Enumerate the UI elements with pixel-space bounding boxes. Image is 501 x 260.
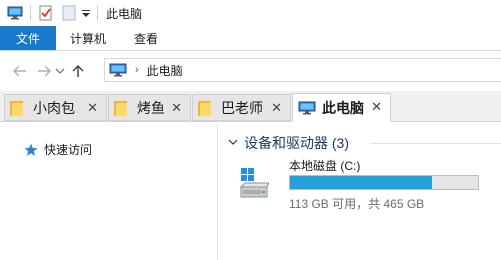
group-title: 设备和驱动器 (3) [244,135,349,151]
tab-label: 小肉包 [33,99,75,116]
drive-usage-fill [290,176,433,189]
group-divider [370,143,501,144]
drive-item[interactable]: 本地磁盘 (C:) 113 GB 可用，共 465 GB [236,157,501,217]
drive-name: 本地磁盘 (C:) [289,159,361,173]
folder-tab[interactable]: 烤鱼 ✕ [108,94,191,121]
ribbon-tabs: 文件 计算机 查看 [0,26,501,51]
toolbar-separator [30,5,31,21]
quick-access-toolbar [0,0,98,26]
customize-toolbar-icon[interactable] [81,5,91,21]
back-arrow-icon[interactable] [10,61,30,81]
window-title: 此电脑 [106,6,143,21]
folder-icon [10,100,23,116]
tab-label: 巴老师 [221,99,263,116]
drive-usage-bar [289,175,479,190]
chevron-down-icon[interactable] [228,138,240,149]
recent-locations-chevron-icon[interactable] [54,61,66,81]
properties-icon[interactable] [38,5,54,21]
computer-icon [298,100,316,116]
title-bar: 此电脑 [0,0,501,26]
up-arrow-icon[interactable] [68,61,88,81]
group-header[interactable]: 设备和驱动器 (3) [228,133,349,153]
address-bar[interactable]: › 此电脑 [104,58,501,82]
navigation-bar: › 此电脑 [0,56,501,86]
hard-drive-icon [239,167,270,201]
computer-icon [109,63,127,77]
tab-label: 烤鱼 [137,99,165,116]
navigation-pane: 快速访问 [0,123,217,260]
folder-tab[interactable]: 巴老师 ✕ [192,94,291,121]
breadcrumb-location[interactable]: 此电脑 [147,62,183,79]
sidebar-item-label: 快速访问 [44,143,93,157]
ribbon-tab-view[interactable]: 查看 [120,26,172,50]
content-pane: 设备和驱动器 (3) 本地磁盘 (C:) 113 GB 可用，共 465 GB [218,123,501,260]
folder-tab-active[interactable]: 此电脑 ✕ [292,93,391,122]
toolbar-separator [97,5,98,21]
folder-tab[interactable]: 小肉包 ✕ [4,94,107,121]
forward-arrow-icon[interactable] [34,61,54,81]
folder-icon [198,100,211,116]
folder-tab-strip: 小肉包 ✕ 烤鱼 ✕ 巴老师 ✕ 此电脑 ✕ [0,91,501,122]
breadcrumb-chevron-icon[interactable]: › [135,64,139,76]
folder-icon [114,100,127,116]
new-folder-icon[interactable] [61,5,77,21]
close-tab-icon[interactable]: ✕ [87,100,98,116]
tab-label: 此电脑 [322,99,364,116]
drive-free-space: 113 GB 可用，共 465 GB [289,197,425,211]
sidebar-item-quick-access[interactable]: 快速访问 [24,141,92,158]
computer-icon[interactable] [7,5,23,21]
star-icon [24,143,38,157]
close-tab-icon[interactable]: ✕ [171,100,182,116]
close-tab-icon[interactable]: ✕ [271,100,282,116]
close-tab-icon[interactable]: ✕ [371,99,382,115]
ribbon-tab-file[interactable]: 文件 [0,26,56,50]
ribbon-tab-computer[interactable]: 计算机 [56,26,120,50]
